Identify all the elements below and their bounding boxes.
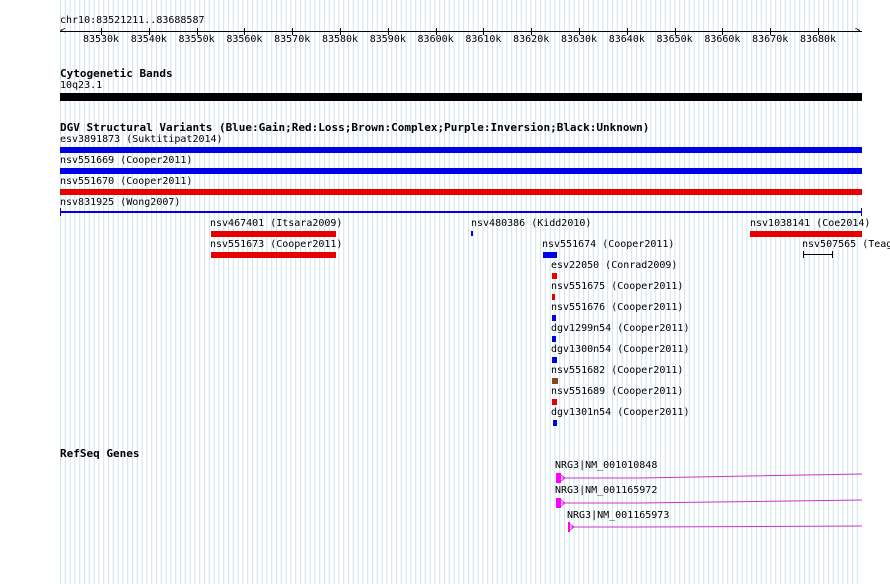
gene-exon [568, 522, 570, 532]
gene-intron-line [570, 525, 863, 528]
gene-model[interactable] [0, 0, 890, 584]
